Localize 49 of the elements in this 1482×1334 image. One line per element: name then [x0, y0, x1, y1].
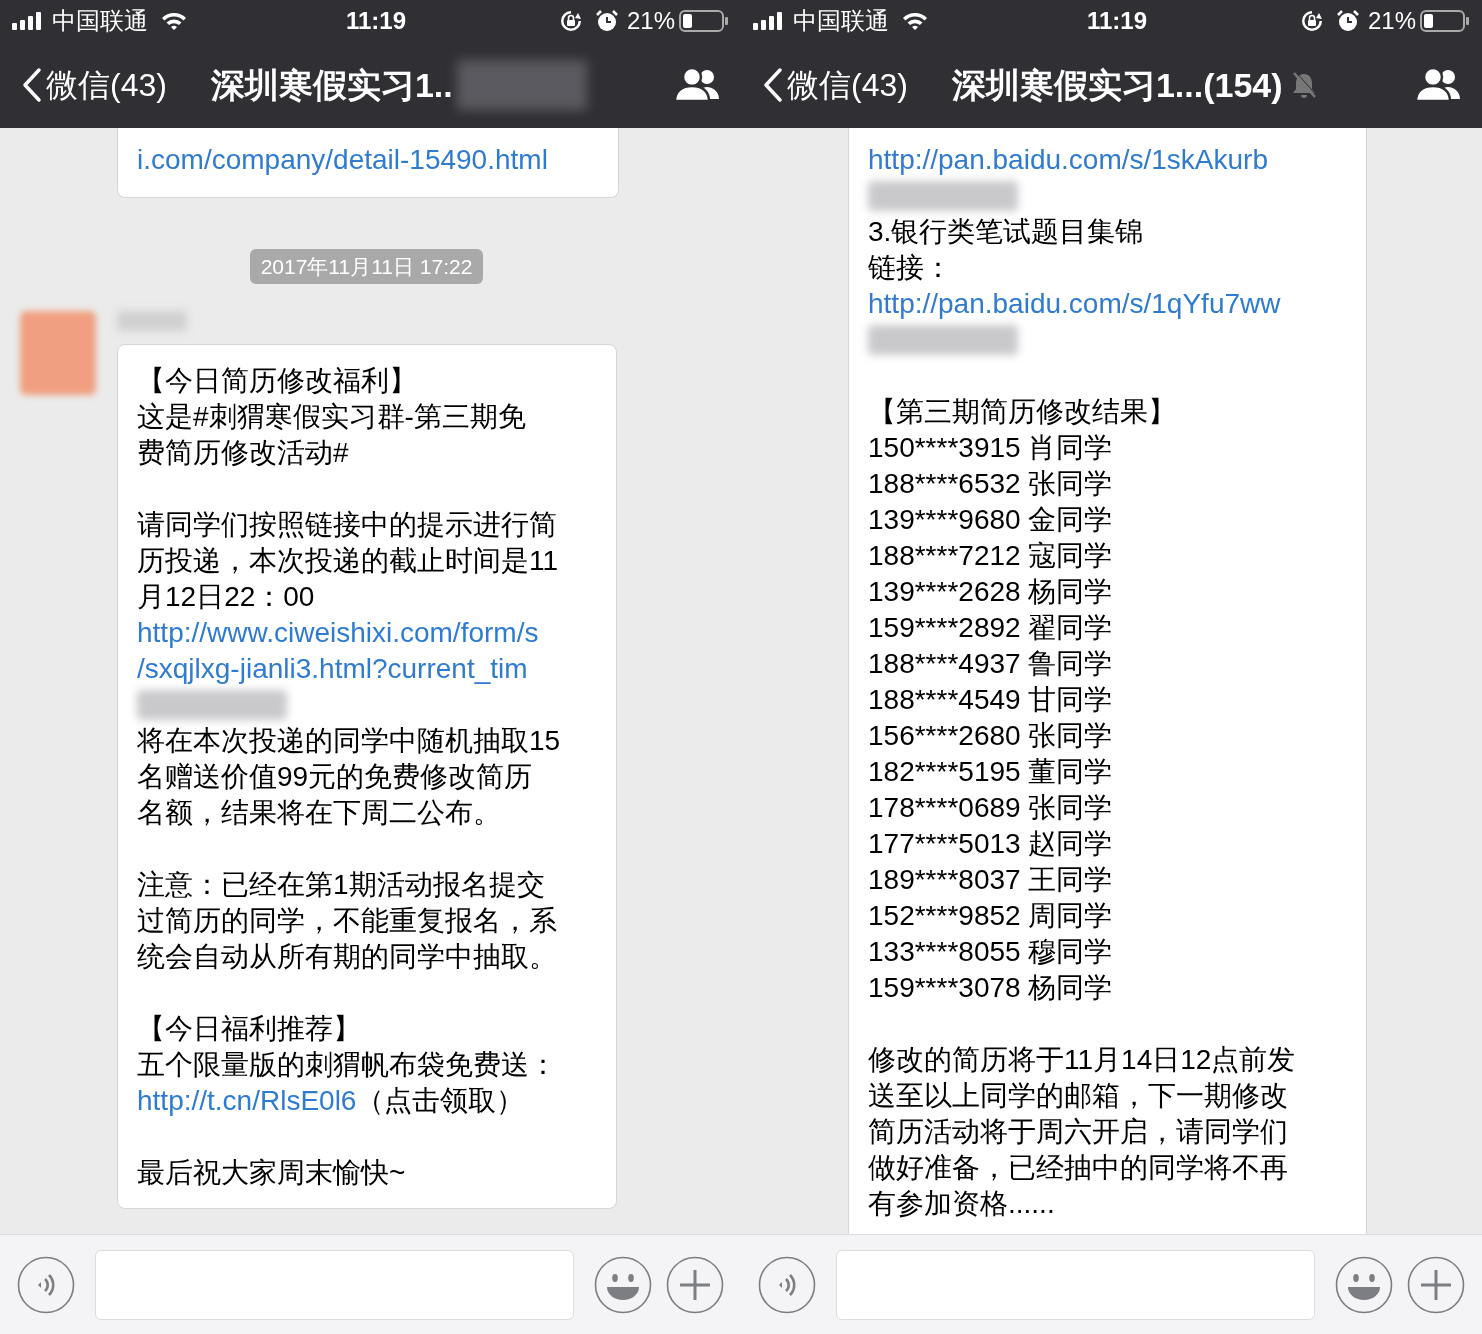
chat-title: 深圳寒假实习1.. — [210, 64, 453, 106]
voice-button[interactable] — [758, 1255, 816, 1314]
message-input-field[interactable] — [836, 1249, 1315, 1320]
back-button[interactable]: 微信(43) — [763, 61, 908, 109]
message-text: 3.银行类笔试题目集锦 链接： — [868, 215, 1145, 285]
message-text: 注意：已经在第1期活动报名提交 过简历的同学，不能重复报名，系 统会自动从所有期的同学中抽取。 — [137, 868, 558, 974]
wifi-icon — [160, 11, 188, 31]
group-members-icon[interactable] — [673, 67, 721, 103]
message-text: http://t.cn/RlsE0l6（点击领取） — [137, 1084, 525, 1118]
message-text: 请同学们按照链接中的提示进行简 历投递，本次投递的截止时间是11 月12日22：00 — [137, 508, 560, 614]
battery-percent: 21% — [626, 6, 675, 36]
alarm-icon — [594, 9, 619, 33]
message-link[interactable]: http://www.ciweishixi.com/form/s /sxqjlxg-jianli3.html?current_tim — [137, 615, 539, 687]
battery-percent: 21% — [1367, 6, 1416, 36]
emoji-button[interactable] — [594, 1255, 652, 1314]
blurred-redaction — [117, 311, 187, 331]
message-input-field[interactable] — [95, 1249, 574, 1320]
back-icon — [22, 67, 42, 103]
message-text: 修改的简历将于11月14日12点前发 送至以上同学的邮箱，下一期修改 简历活动将于周六开启，请同学们 做好准备，已经抽中的同学将不再 有参加资格...... — [868, 1043, 1297, 1221]
battery-icon — [679, 10, 729, 32]
back-button[interactable]: 微信(43) — [22, 61, 167, 109]
carrier-name: 中国联通 — [793, 6, 889, 36]
message-text: 【第三期简历修改结果】 150****3915 肖同学 188****6532 张同学 139****9680 金同学 188****7212 寇同学 139****2628 杨同学 159****2892 翟同学 188****4937 鲁同学 188****4549 甘同学 156****2680 张同学 182****5195 董同学 178****0689 张同学 177****5013 赵同学 189****8037 王同学 152****9852 周同学 133****8055 穆同学 159****3078 杨同学 — [868, 395, 1177, 1005]
alarm-icon — [1335, 9, 1360, 33]
signal-icon — [12, 12, 44, 30]
group-members-icon[interactable] — [1414, 67, 1462, 103]
status-time: 11:19 — [1087, 6, 1148, 36]
message-text: 将在本次投递的同学中随机抽取15 名赠送价值99元的免费修改简历 名额，结果将在下周二公布。 — [137, 724, 562, 830]
message-link[interactable]: i.com/company/detail-15490.html — [137, 142, 548, 178]
signal-icon — [753, 12, 785, 30]
emoji-button[interactable] — [1335, 1255, 1393, 1314]
voice-button[interactable] — [17, 1255, 75, 1314]
rotation-lock-icon — [1299, 9, 1324, 33]
plus-button[interactable] — [666, 1255, 724, 1314]
message-link[interactable]: http://t.cn/RlsE0l6 — [137, 1085, 357, 1116]
status-time: 11:19 — [346, 6, 407, 36]
chat-title: 深圳寒假实习1...(154) — [951, 64, 1283, 106]
message-link[interactable]: http://pan.baidu.com/s/1qYfu7ww — [868, 286, 1281, 322]
message-text: 【今日简历修改福利】 这是#刺猬寒假实习群-第三期免 费简历修改活动# — [137, 364, 527, 470]
wifi-icon — [901, 11, 929, 31]
message-text: 【今日福利推荐】 五个限量版的刺猬帆布袋免费送： — [137, 1012, 558, 1082]
back-icon — [763, 67, 783, 103]
carrier-name: 中国联通 — [52, 6, 148, 36]
timestamp-label: 2017年11月11日 17:22 — [249, 249, 484, 284]
message-link[interactable]: http://pan.baidu.com/s/1skAkurb — [868, 142, 1268, 178]
battery-icon — [1420, 10, 1470, 32]
message-text: 最后祝大家周末愉快~ — [137, 1156, 407, 1190]
rotation-lock-icon — [558, 9, 583, 33]
plus-button[interactable] — [1407, 1255, 1465, 1314]
